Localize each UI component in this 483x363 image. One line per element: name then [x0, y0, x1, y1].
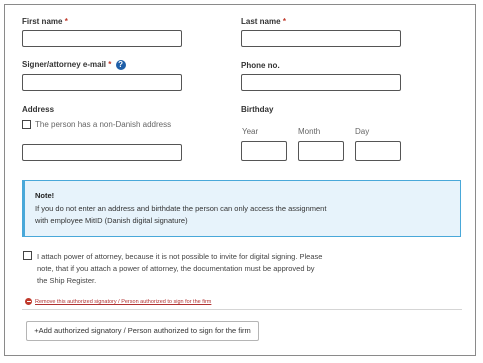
- birthday-label: Birthday: [241, 105, 274, 114]
- note-box: Note! If you do not enter an address and…: [22, 180, 461, 237]
- power-of-attorney-text: I attach power of attorney, because it i…: [37, 252, 323, 285]
- non-danish-address-label: The person has a non-Danish address: [35, 120, 172, 129]
- phone-label: Phone no.: [241, 61, 280, 70]
- first-name-input[interactable]: [22, 30, 182, 47]
- note-title: Note!: [35, 191, 55, 200]
- email-label-text: Signer/attorney e-mail: [22, 60, 107, 70]
- remove-signatory-link[interactable]: Remove this authorized signatory / Perso…: [35, 299, 211, 305]
- help-info-icon[interactable]: ?: [115, 60, 126, 70]
- last-name-label-text: Last name: [241, 17, 281, 26]
- birthday-month-input[interactable]: [298, 141, 344, 161]
- year-label: Year: [242, 127, 259, 136]
- non-danish-address-checkbox[interactable]: [22, 120, 31, 129]
- add-signatory-button[interactable]: +Add authorized signatory / Person autho…: [26, 321, 259, 341]
- last-name-input[interactable]: [241, 30, 401, 47]
- power-of-attorney-checkbox[interactable]: [23, 251, 32, 260]
- first-name-label-text: First name: [22, 17, 63, 26]
- minus-circle-icon: [25, 298, 32, 305]
- first-name-label: First name *: [22, 17, 68, 26]
- day-label: Day: [355, 127, 370, 136]
- address-label: Address: [22, 105, 55, 114]
- required-mark: *: [108, 60, 112, 70]
- last-name-label: Last name *: [241, 17, 286, 26]
- email-input[interactable]: [22, 74, 182, 91]
- address-input[interactable]: [22, 144, 182, 161]
- birthday-year-input[interactable]: [241, 141, 287, 161]
- required-mark: *: [282, 17, 286, 26]
- required-mark: *: [64, 17, 68, 26]
- month-label: Month: [298, 127, 321, 136]
- note-text: If you do not enter an address and birth…: [35, 204, 327, 225]
- phone-input[interactable]: [241, 74, 401, 91]
- divider: [22, 309, 462, 310]
- signatory-form: First name * Last name * Signer/attorney…: [4, 4, 476, 356]
- email-label: Signer/attorney e-mail * ?: [22, 60, 126, 70]
- birthday-day-input[interactable]: [355, 141, 401, 161]
